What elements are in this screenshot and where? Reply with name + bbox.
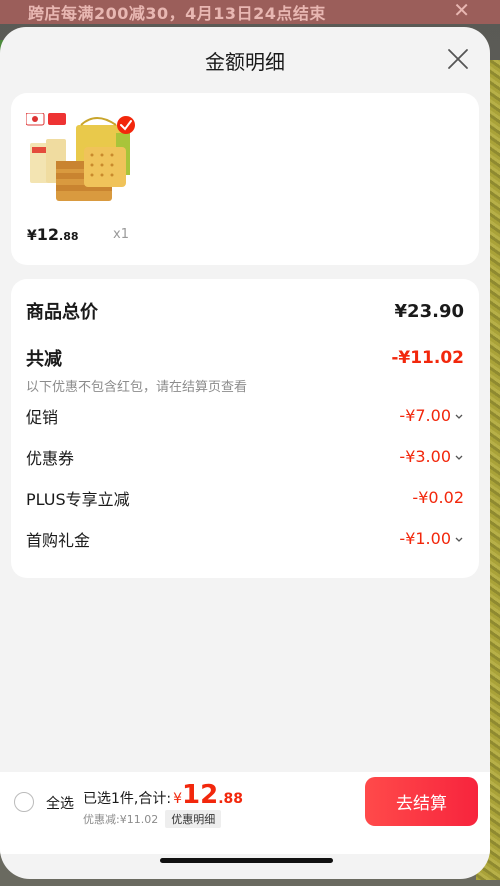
sheet-title: 金额明细 bbox=[205, 49, 285, 74]
order-summary: 已选1件,合计: ¥ 12 .88 优惠减:¥11.02 优惠明细 bbox=[83, 780, 243, 828]
discount-total: 优惠减:¥11.02 bbox=[83, 813, 159, 826]
chevron-down-icon[interactable] bbox=[454, 411, 464, 421]
checkout-bar: 全选 已选1件,合计: ¥ 12 .88 优惠减:¥11.02 优惠明细 去结算 bbox=[0, 772, 490, 854]
product-price-currency: ¥ bbox=[27, 228, 37, 244]
discount-value: -¥0.02 bbox=[412, 488, 464, 507]
product-image[interactable] bbox=[26, 113, 138, 205]
reduce-label: 共减 bbox=[26, 349, 62, 370]
discount-label: 促销 bbox=[26, 407, 59, 427]
reduce-note: 以下优惠不包含红包，请在结算页查看 bbox=[26, 380, 248, 395]
total-label: 商品总价 bbox=[26, 302, 98, 323]
total-amount-dec: .88 bbox=[218, 791, 243, 807]
selected-text: 已选1件,合计: bbox=[83, 791, 172, 807]
total-value: ¥23.90 bbox=[394, 300, 464, 322]
product-price: ¥12.88 bbox=[27, 225, 79, 244]
summary-line: 已选1件,合计: ¥ 12 .88 bbox=[83, 780, 243, 810]
total-amount-int: 12 bbox=[182, 780, 219, 810]
total-row: 商品总价 ¥23.90 bbox=[26, 295, 464, 327]
total-currency: ¥ bbox=[173, 791, 182, 807]
chevron-down-icon[interactable] bbox=[454, 534, 464, 544]
promo-banner: 跨店每满200减30，4月13日24点结束 ✕ bbox=[0, 0, 500, 24]
summary-sub: 优惠减:¥11.02 优惠明细 bbox=[83, 810, 243, 828]
promo-close-icon[interactable]: ✕ bbox=[453, 0, 470, 22]
sheet-header: 金额明细 bbox=[0, 27, 490, 93]
discount-value-wrap: -¥7.00 bbox=[399, 406, 464, 425]
discount-value: -¥3.00 bbox=[399, 447, 451, 466]
promo-text: 跨店每满200减30，4月13日24点结束 bbox=[28, 4, 326, 23]
amount-detail-sheet: 金额明细 ¥12.88 x1 商品总价 ¥23.90 共减 -¥11.02 以下… bbox=[0, 27, 490, 879]
chevron-down-icon[interactable] bbox=[454, 452, 464, 462]
select-all-label[interactable]: 全选 bbox=[46, 793, 74, 813]
amount-detail-card: 商品总价 ¥23.90 共减 -¥11.02 以下优惠不包含红包，请在结算页查看… bbox=[11, 279, 479, 578]
home-indicator bbox=[160, 858, 333, 863]
discount-value: -¥7.00 bbox=[399, 406, 451, 425]
discount-row-first-purchase[interactable]: 首购礼金 -¥1.00 bbox=[26, 518, 464, 559]
discount-detail-link[interactable]: 优惠明细 bbox=[165, 810, 222, 828]
product-price-int: 12 bbox=[36, 225, 60, 244]
discount-row-plus: PLUS专享立减 -¥0.02 bbox=[26, 477, 464, 518]
discount-row-promotion[interactable]: 促销 -¥7.00 bbox=[26, 395, 464, 436]
discount-value-wrap: -¥1.00 bbox=[399, 529, 464, 548]
close-icon[interactable] bbox=[447, 48, 469, 70]
discount-label: PLUS专享立减 bbox=[26, 489, 130, 509]
reduce-value: -¥11.02 bbox=[391, 348, 464, 368]
product-card: ¥12.88 x1 bbox=[11, 93, 479, 265]
discount-label: 优惠券 bbox=[26, 448, 75, 468]
discount-row-coupon[interactable]: 优惠券 -¥3.00 bbox=[26, 436, 464, 477]
discount-value-wrap: -¥0.02 bbox=[412, 488, 464, 507]
discount-value-wrap: -¥3.00 bbox=[399, 447, 464, 466]
discount-value: -¥1.00 bbox=[399, 529, 451, 548]
reduce-row: 共减 -¥11.02 bbox=[26, 342, 464, 374]
product-quantity: x1 bbox=[113, 227, 129, 242]
product-price-dec: .88 bbox=[59, 230, 79, 243]
select-all-radio[interactable] bbox=[14, 792, 34, 812]
discount-label: 首购礼金 bbox=[26, 530, 91, 550]
checkout-button[interactable]: 去结算 bbox=[365, 777, 478, 826]
